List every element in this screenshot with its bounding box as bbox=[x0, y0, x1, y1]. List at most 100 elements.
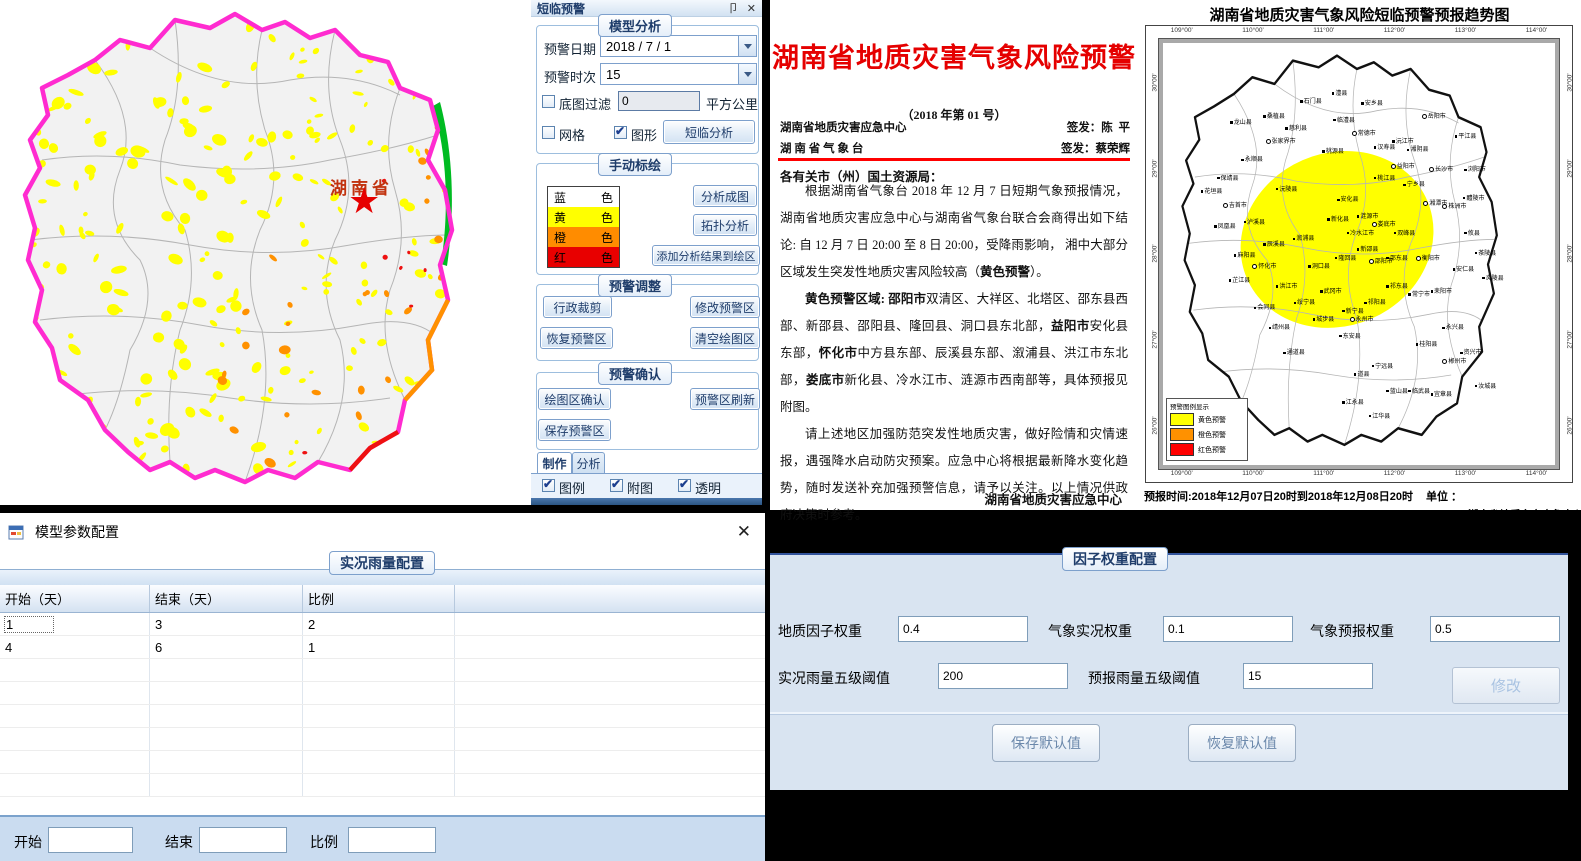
county-label: 溆浦县 bbox=[1293, 236, 1315, 242]
cell[interactable] bbox=[455, 728, 765, 750]
cell[interactable] bbox=[303, 705, 455, 727]
add-result-to-canvas-button[interactable]: 添加分析结果到绘区 bbox=[652, 245, 760, 266]
dropdown-arrow-icon[interactable] bbox=[738, 64, 756, 84]
cell[interactable]: 6 bbox=[150, 636, 303, 658]
admin-clip-button[interactable]: 行政裁剪 bbox=[543, 296, 612, 318]
legend-item-yellow: 黄色预警 bbox=[1170, 413, 1244, 426]
modify-warning-zone-button[interactable]: 修改预警区 bbox=[690, 296, 760, 318]
county-label: 新化县 bbox=[1327, 217, 1349, 223]
table-row[interactable]: 1 3 2 bbox=[0, 613, 765, 636]
clear-canvas-button[interactable]: 清空绘图区 bbox=[690, 327, 760, 349]
restore-defaults-button[interactable]: 恢复默认值 bbox=[1188, 724, 1296, 762]
table-row-empty[interactable] bbox=[0, 705, 765, 728]
cell[interactable] bbox=[303, 659, 455, 681]
cell[interactable] bbox=[0, 728, 150, 750]
save-warning-zone-button[interactable]: 保存预警区 bbox=[538, 419, 611, 441]
analysis-to-map-button[interactable]: 分析成图 bbox=[693, 185, 757, 207]
warn-time-combobox[interactable]: 15 bbox=[600, 63, 757, 85]
cell[interactable]: 4 bbox=[0, 636, 150, 658]
table-row-empty[interactable] bbox=[0, 728, 765, 751]
cell[interactable] bbox=[303, 728, 455, 750]
cell[interactable] bbox=[0, 705, 150, 727]
warning-zone-refresh-button[interactable]: 预警区刷新 bbox=[690, 388, 760, 410]
forecast-weight-input[interactable]: 0.5 bbox=[1430, 616, 1560, 642]
basemap-filter-input[interactable]: 0 bbox=[618, 91, 700, 111]
pin-icon[interactable]: 卩 bbox=[728, 0, 739, 16]
county-label: 邵东县 bbox=[1386, 256, 1408, 262]
obs-weight-input[interactable]: 0.1 bbox=[1163, 616, 1293, 642]
cell[interactable] bbox=[150, 705, 303, 727]
color-item-blue[interactable]: 蓝 色 bbox=[548, 187, 619, 207]
cell[interactable] bbox=[303, 682, 455, 704]
cell[interactable]: 2 bbox=[303, 613, 455, 635]
short-term-analysis-button[interactable]: 短临分析 bbox=[663, 120, 755, 144]
county-label: 芷江县 bbox=[1229, 278, 1251, 284]
geo-weight-input[interactable]: 0.4 bbox=[898, 616, 1028, 642]
tab-analysis[interactable]: 分析 bbox=[572, 452, 605, 474]
cell[interactable] bbox=[150, 659, 303, 681]
cell[interactable] bbox=[303, 774, 455, 796]
color-item-red[interactable]: 红 色 bbox=[548, 247, 619, 267]
cell-focused[interactable]: 1 bbox=[5, 617, 53, 632]
county-label: 蓝山县 bbox=[1386, 389, 1408, 395]
restore-warning-zone-button[interactable]: 恢复预警区 bbox=[540, 327, 613, 349]
cell[interactable] bbox=[455, 613, 765, 635]
graphic-checkbox[interactable] bbox=[614, 126, 627, 139]
topology-analysis-button[interactable]: 拓扑分析 bbox=[693, 214, 757, 236]
cell[interactable] bbox=[455, 682, 765, 704]
legend-checkbox[interactable] bbox=[542, 479, 555, 492]
table-row-empty[interactable] bbox=[0, 774, 765, 797]
draw-color-list[interactable]: 蓝 色 黄 色 橙 色 红 色 bbox=[547, 186, 620, 268]
cell[interactable] bbox=[0, 682, 150, 704]
ratio-input[interactable] bbox=[348, 827, 436, 853]
cell[interactable] bbox=[150, 728, 303, 750]
county-label: 桑植县 bbox=[1263, 114, 1285, 120]
dialog-titlebar[interactable]: 模型参数配置 ✕ bbox=[0, 513, 765, 551]
dialog-window-icon bbox=[8, 524, 25, 541]
tab-make[interactable]: 制作 bbox=[537, 452, 572, 474]
end-field-label: 结束 bbox=[165, 832, 193, 852]
transparent-checkbox[interactable] bbox=[678, 479, 691, 492]
cell[interactable] bbox=[150, 751, 303, 773]
dropdown-arrow-icon[interactable] bbox=[738, 36, 756, 56]
cell[interactable] bbox=[303, 751, 455, 773]
grid-checkbox[interactable] bbox=[542, 126, 555, 139]
cell[interactable] bbox=[455, 636, 765, 658]
save-defaults-button[interactable]: 保存默认值 bbox=[992, 724, 1100, 762]
modify-button[interactable]: 修改 bbox=[1452, 667, 1560, 704]
canvas-confirm-button[interactable]: 绘图区确认 bbox=[538, 388, 611, 410]
cell[interactable] bbox=[455, 705, 765, 727]
basemap-filter-checkbox[interactable] bbox=[542, 95, 555, 108]
cell[interactable] bbox=[455, 751, 765, 773]
start-input[interactable] bbox=[48, 827, 133, 853]
gis-map-canvas[interactable]: 湖南省 ★ bbox=[0, 0, 531, 505]
color-item-orange[interactable]: 橙 色 bbox=[548, 227, 619, 247]
cell[interactable] bbox=[150, 682, 303, 704]
dialog-close-icon[interactable]: ✕ bbox=[737, 522, 751, 542]
col-ratio[interactable]: 比例 bbox=[303, 585, 455, 612]
table-row-empty[interactable] bbox=[0, 659, 765, 682]
cell[interactable] bbox=[0, 774, 150, 796]
inset-map-checkbox[interactable] bbox=[610, 479, 623, 492]
obs-rain-threshold-input[interactable]: 200 bbox=[938, 663, 1068, 689]
table-row-empty[interactable] bbox=[0, 682, 765, 705]
cell[interactable] bbox=[455, 774, 765, 796]
color-item-yellow[interactable]: 黄 色 bbox=[548, 207, 619, 227]
county-label: 城步县 bbox=[1313, 317, 1335, 323]
cell[interactable] bbox=[0, 659, 150, 681]
close-icon[interactable]: ✕ bbox=[747, 2, 756, 15]
col-start-days[interactable]: 开始（天） bbox=[0, 585, 150, 612]
county-label: 江永县 bbox=[1342, 400, 1364, 406]
table-row-empty[interactable] bbox=[0, 751, 765, 774]
table-row[interactable]: 4 6 1 bbox=[0, 636, 765, 659]
end-input[interactable] bbox=[199, 827, 287, 853]
county-label: 茶陵县 bbox=[1475, 251, 1497, 257]
cell[interactable] bbox=[150, 774, 303, 796]
cell[interactable]: 3 bbox=[150, 613, 303, 635]
cell[interactable]: 1 bbox=[303, 636, 455, 658]
warn-date-combobox[interactable]: 2018 / 7 / 1 bbox=[600, 35, 757, 57]
cell[interactable] bbox=[0, 751, 150, 773]
forecast-rain-threshold-input[interactable]: 15 bbox=[1243, 663, 1373, 689]
col-end-days[interactable]: 结束（天） bbox=[150, 585, 303, 612]
cell[interactable] bbox=[455, 659, 765, 681]
